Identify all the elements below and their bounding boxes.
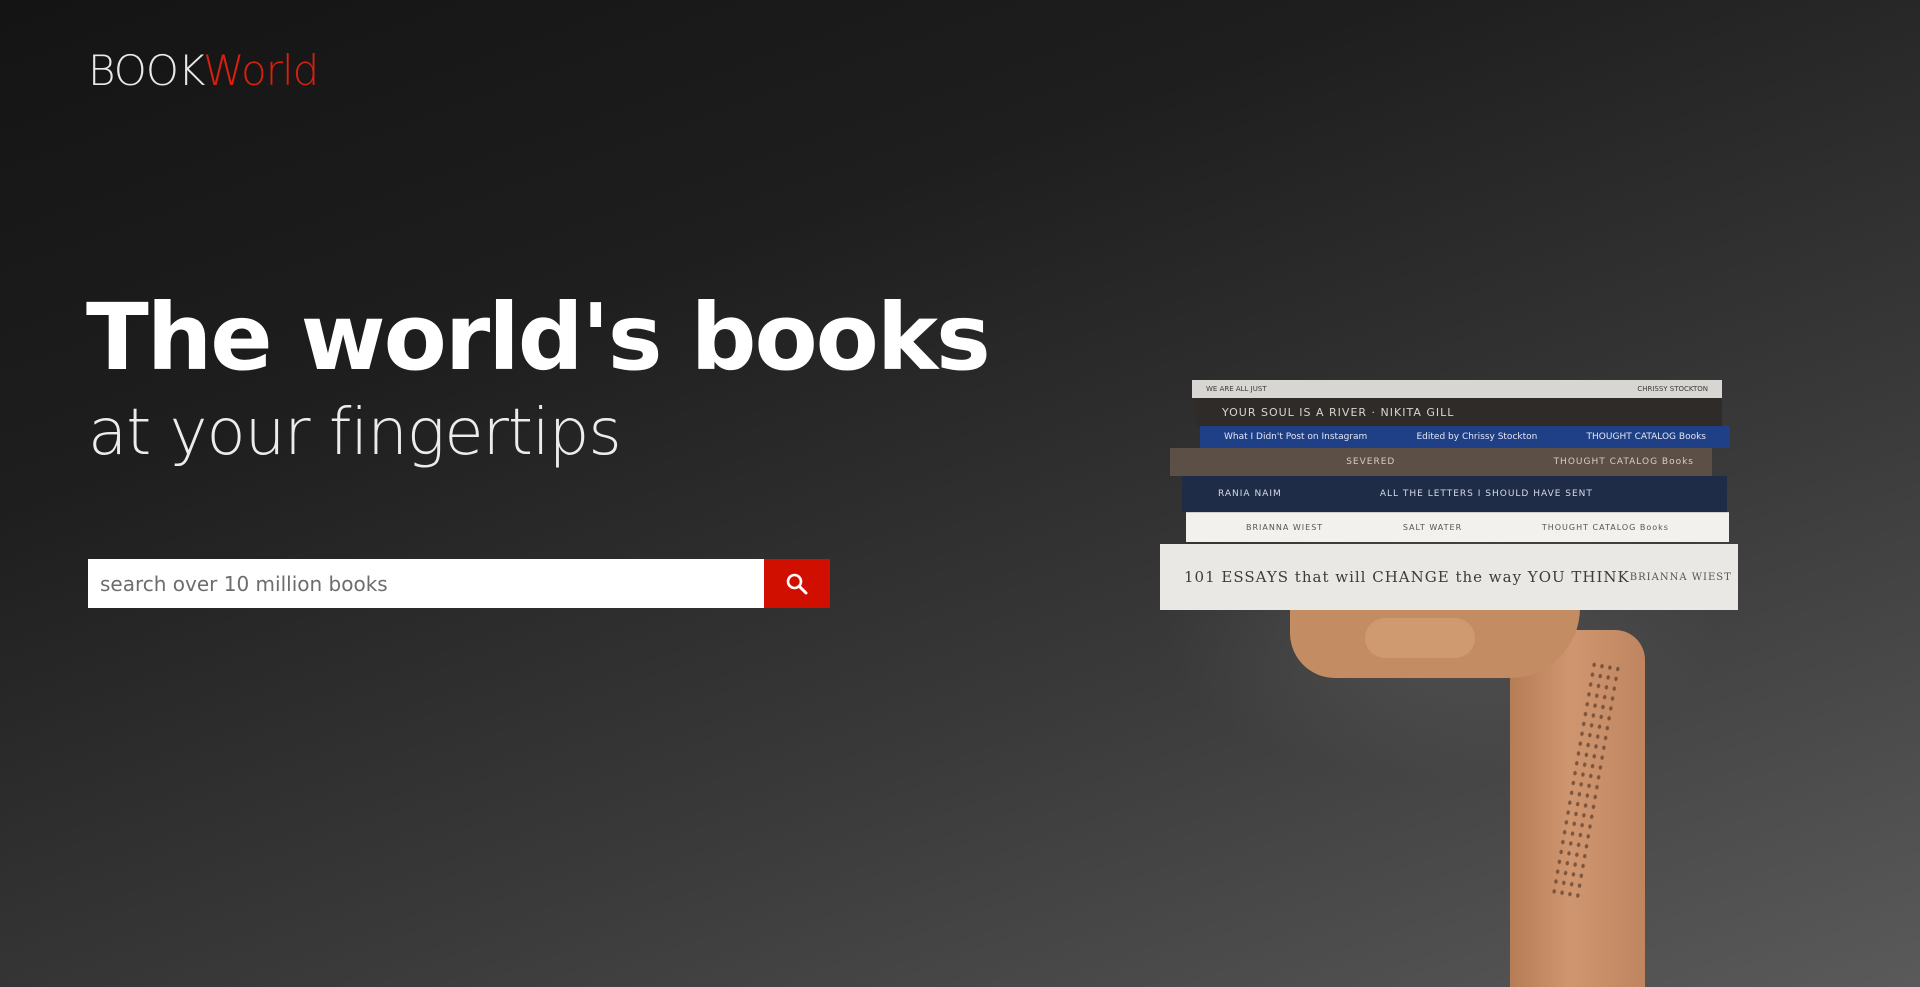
brand-logo[interactable]: BOOKWorld (88, 46, 319, 96)
book-spine: RANIA NAIM ALL THE LETTERS I SHOULD HAVE… (1182, 476, 1727, 512)
search-form (88, 559, 830, 608)
search-input[interactable] (88, 559, 764, 608)
book-spine: What I Didn't Post on Instagram Edited b… (1200, 426, 1730, 448)
landing-page: BOOKWorld The world's books at your fing… (0, 0, 1920, 987)
search-button[interactable] (764, 559, 830, 608)
book-spine: SEVERED THOUGHT CATALOG Books (1170, 448, 1712, 476)
search-icon (786, 573, 808, 594)
logo-part-book: BOOK (88, 46, 204, 95)
book-spine: 101 ESSAYS that will CHANGE the way YOU … (1160, 544, 1738, 610)
hero-title: The world's books (86, 284, 991, 391)
book-spine: YOUR SOUL IS A RIVER · NIKITA GILL (1196, 398, 1722, 426)
book-spine: BRIANNA WIEST SALT WATER THOUGHT CATALOG… (1186, 512, 1729, 542)
thumb (1365, 618, 1475, 658)
logo-part-world: World (202, 46, 319, 95)
hero-subtitle: at your fingertips (88, 396, 622, 470)
book-spine: WE ARE ALL JUST CHRISSY STOCKTON (1192, 380, 1722, 398)
hand-holding-books-image: WE ARE ALL JUST CHRISSY STOCKTON YOUR SO… (1140, 360, 1740, 987)
